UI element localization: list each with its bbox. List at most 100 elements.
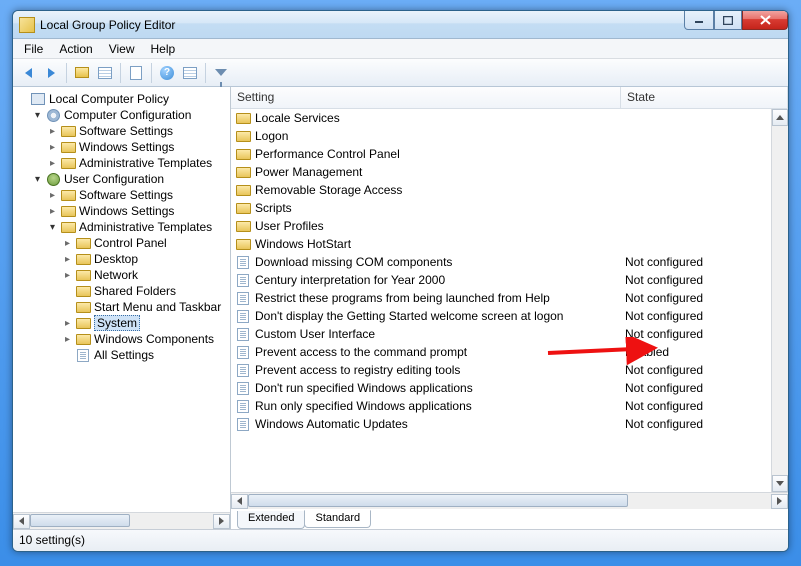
folder-icon <box>235 147 251 161</box>
list-vscrollbar[interactable] <box>771 109 788 492</box>
tree-node[interactable]: ▸Administrative Templates <box>17 155 230 171</box>
row-state: Not configured <box>625 327 771 341</box>
expand-toggle-icon[interactable]: ▸ <box>47 190 58 201</box>
list-row[interactable]: Windows HotStart <box>231 235 771 253</box>
forward-button[interactable] <box>40 62 62 84</box>
list-row[interactable]: Logon <box>231 127 771 145</box>
menu-action[interactable]: Action <box>52 40 99 58</box>
tree-node[interactable]: Start Menu and Taskbar <box>17 299 230 315</box>
list-row[interactable]: Restrict these programs from being launc… <box>231 289 771 307</box>
menu-file[interactable]: File <box>17 40 50 58</box>
menu-help[interactable]: Help <box>144 40 183 58</box>
tree-node[interactable]: Local Computer Policy <box>17 91 230 107</box>
export-button[interactable] <box>125 62 147 84</box>
folder-icon <box>235 237 251 251</box>
list-row[interactable]: Prevent access to registry editing tools… <box>231 361 771 379</box>
tree-hscrollbar[interactable] <box>13 512 230 529</box>
expand-toggle-icon[interactable]: ▸ <box>62 334 73 345</box>
list-row[interactable]: Prevent access to the command promptEnab… <box>231 343 771 361</box>
list-row[interactable]: Removable Storage Access <box>231 181 771 199</box>
tree-node[interactable]: ▾User Configuration <box>17 171 230 187</box>
menubar: File Action View Help <box>13 39 788 59</box>
scroll-up-button[interactable] <box>772 109 788 126</box>
tree-node[interactable]: ▸Network <box>17 267 230 283</box>
back-button[interactable] <box>17 62 39 84</box>
expand-toggle-icon[interactable]: ▾ <box>32 174 43 185</box>
foldericon-icon <box>60 204 76 218</box>
row-state: Not configured <box>625 381 771 395</box>
tree-node[interactable]: ▸Windows Settings <box>17 203 230 219</box>
column-setting[interactable]: Setting <box>231 87 621 108</box>
tree-node[interactable]: ▸ Windows Settings <box>17 139 230 155</box>
scroll-track[interactable] <box>30 514 213 529</box>
setting-icon <box>235 417 251 431</box>
list-row[interactable]: Century interpretation for Year 2000Not … <box>231 271 771 289</box>
pageicon-icon <box>75 348 91 362</box>
expand-toggle-icon[interactable]: ▸ <box>47 206 58 217</box>
list-row[interactable]: Locale Services <box>231 109 771 127</box>
row-name: Restrict these programs from being launc… <box>255 291 625 305</box>
app-window: Local Group Policy Editor File Action Vi… <box>12 10 789 552</box>
tree-node[interactable]: ▸ Control Panel <box>17 235 230 251</box>
expand-toggle-icon[interactable]: ▸ <box>62 238 73 249</box>
menu-view[interactable]: View <box>102 40 142 58</box>
up-button[interactable] <box>71 62 93 84</box>
scroll-track[interactable] <box>772 126 788 475</box>
list-row[interactable]: Download missing COM componentsNot confi… <box>231 253 771 271</box>
expand-toggle-icon[interactable]: ▸ <box>47 142 58 153</box>
expand-toggle-icon[interactable]: ▸ <box>62 254 73 265</box>
list-row[interactable]: Windows Automatic UpdatesNot configured <box>231 415 771 433</box>
filter-button[interactable] <box>210 62 232 84</box>
tree-node[interactable]: All Settings <box>17 347 230 363</box>
list-row[interactable]: Scripts <box>231 199 771 217</box>
expand-toggle-icon[interactable]: ▸ <box>62 270 73 281</box>
list-row[interactable]: User Profiles <box>231 217 771 235</box>
tree-node[interactable]: ▾Administrative Templates <box>17 219 230 235</box>
expand-toggle-icon[interactable]: ▸ <box>62 318 73 329</box>
tree-node[interactable]: ▾Computer Configuration <box>17 107 230 123</box>
tree-node-label: Shared Folders <box>94 284 176 298</box>
scroll-down-button[interactable] <box>772 475 788 492</box>
scroll-left-button[interactable] <box>231 494 248 509</box>
titlebar[interactable]: Local Group Policy Editor <box>13 11 788 39</box>
row-state: Not configured <box>625 417 771 431</box>
tree-node[interactable]: ▸System <box>17 315 230 331</box>
scroll-thumb[interactable] <box>248 494 628 507</box>
tree-node-label: Windows Settings <box>79 140 174 154</box>
expand-toggle-icon[interactable]: ▾ <box>47 222 58 233</box>
tree-node[interactable]: ▸Software Settings <box>17 123 230 139</box>
tree-node[interactable]: ▸Software Settings <box>17 187 230 203</box>
expand-toggle-icon[interactable]: ▾ <box>32 110 43 121</box>
list-row[interactable]: Run only specified Windows applicationsN… <box>231 397 771 415</box>
tree-node-label: Control Panel <box>94 236 167 250</box>
minimize-button[interactable] <box>684 11 714 30</box>
scroll-left-button[interactable] <box>13 514 30 529</box>
scroll-right-button[interactable] <box>771 494 788 509</box>
row-name: Prevent access to registry editing tools <box>255 363 625 377</box>
maximize-button[interactable] <box>714 11 742 30</box>
tab-extended[interactable]: Extended <box>237 511 305 529</box>
folder-icon <box>235 165 251 179</box>
list-row[interactable]: Performance Control Panel <box>231 145 771 163</box>
scroll-track[interactable] <box>248 494 771 509</box>
close-button[interactable] <box>742 11 788 30</box>
row-name: Custom User Interface <box>255 327 625 341</box>
expand-toggle-icon[interactable]: ▸ <box>47 126 58 137</box>
tab-standard[interactable]: Standard <box>304 510 371 528</box>
list-row[interactable]: Don't display the Getting Started welcom… <box>231 307 771 325</box>
list-row[interactable]: Don't run specified Windows applications… <box>231 379 771 397</box>
list-hscrollbar[interactable] <box>231 492 788 509</box>
toolbar-separator <box>120 63 121 83</box>
tree-node[interactable]: ▸Desktop <box>17 251 230 267</box>
column-state[interactable]: State <box>621 87 788 108</box>
list-row[interactable]: Power Management <box>231 163 771 181</box>
properties-button[interactable] <box>94 62 116 84</box>
options-button[interactable] <box>179 62 201 84</box>
tree-node[interactable]: ▸Windows Components <box>17 331 230 347</box>
scroll-right-button[interactable] <box>213 514 230 529</box>
help-button[interactable]: ? <box>156 62 178 84</box>
expand-toggle-icon[interactable]: ▸ <box>47 158 58 169</box>
scroll-thumb[interactable] <box>30 514 130 527</box>
list-row[interactable]: Custom User InterfaceNot configured <box>231 325 771 343</box>
tree-node[interactable]: Shared Folders <box>17 283 230 299</box>
